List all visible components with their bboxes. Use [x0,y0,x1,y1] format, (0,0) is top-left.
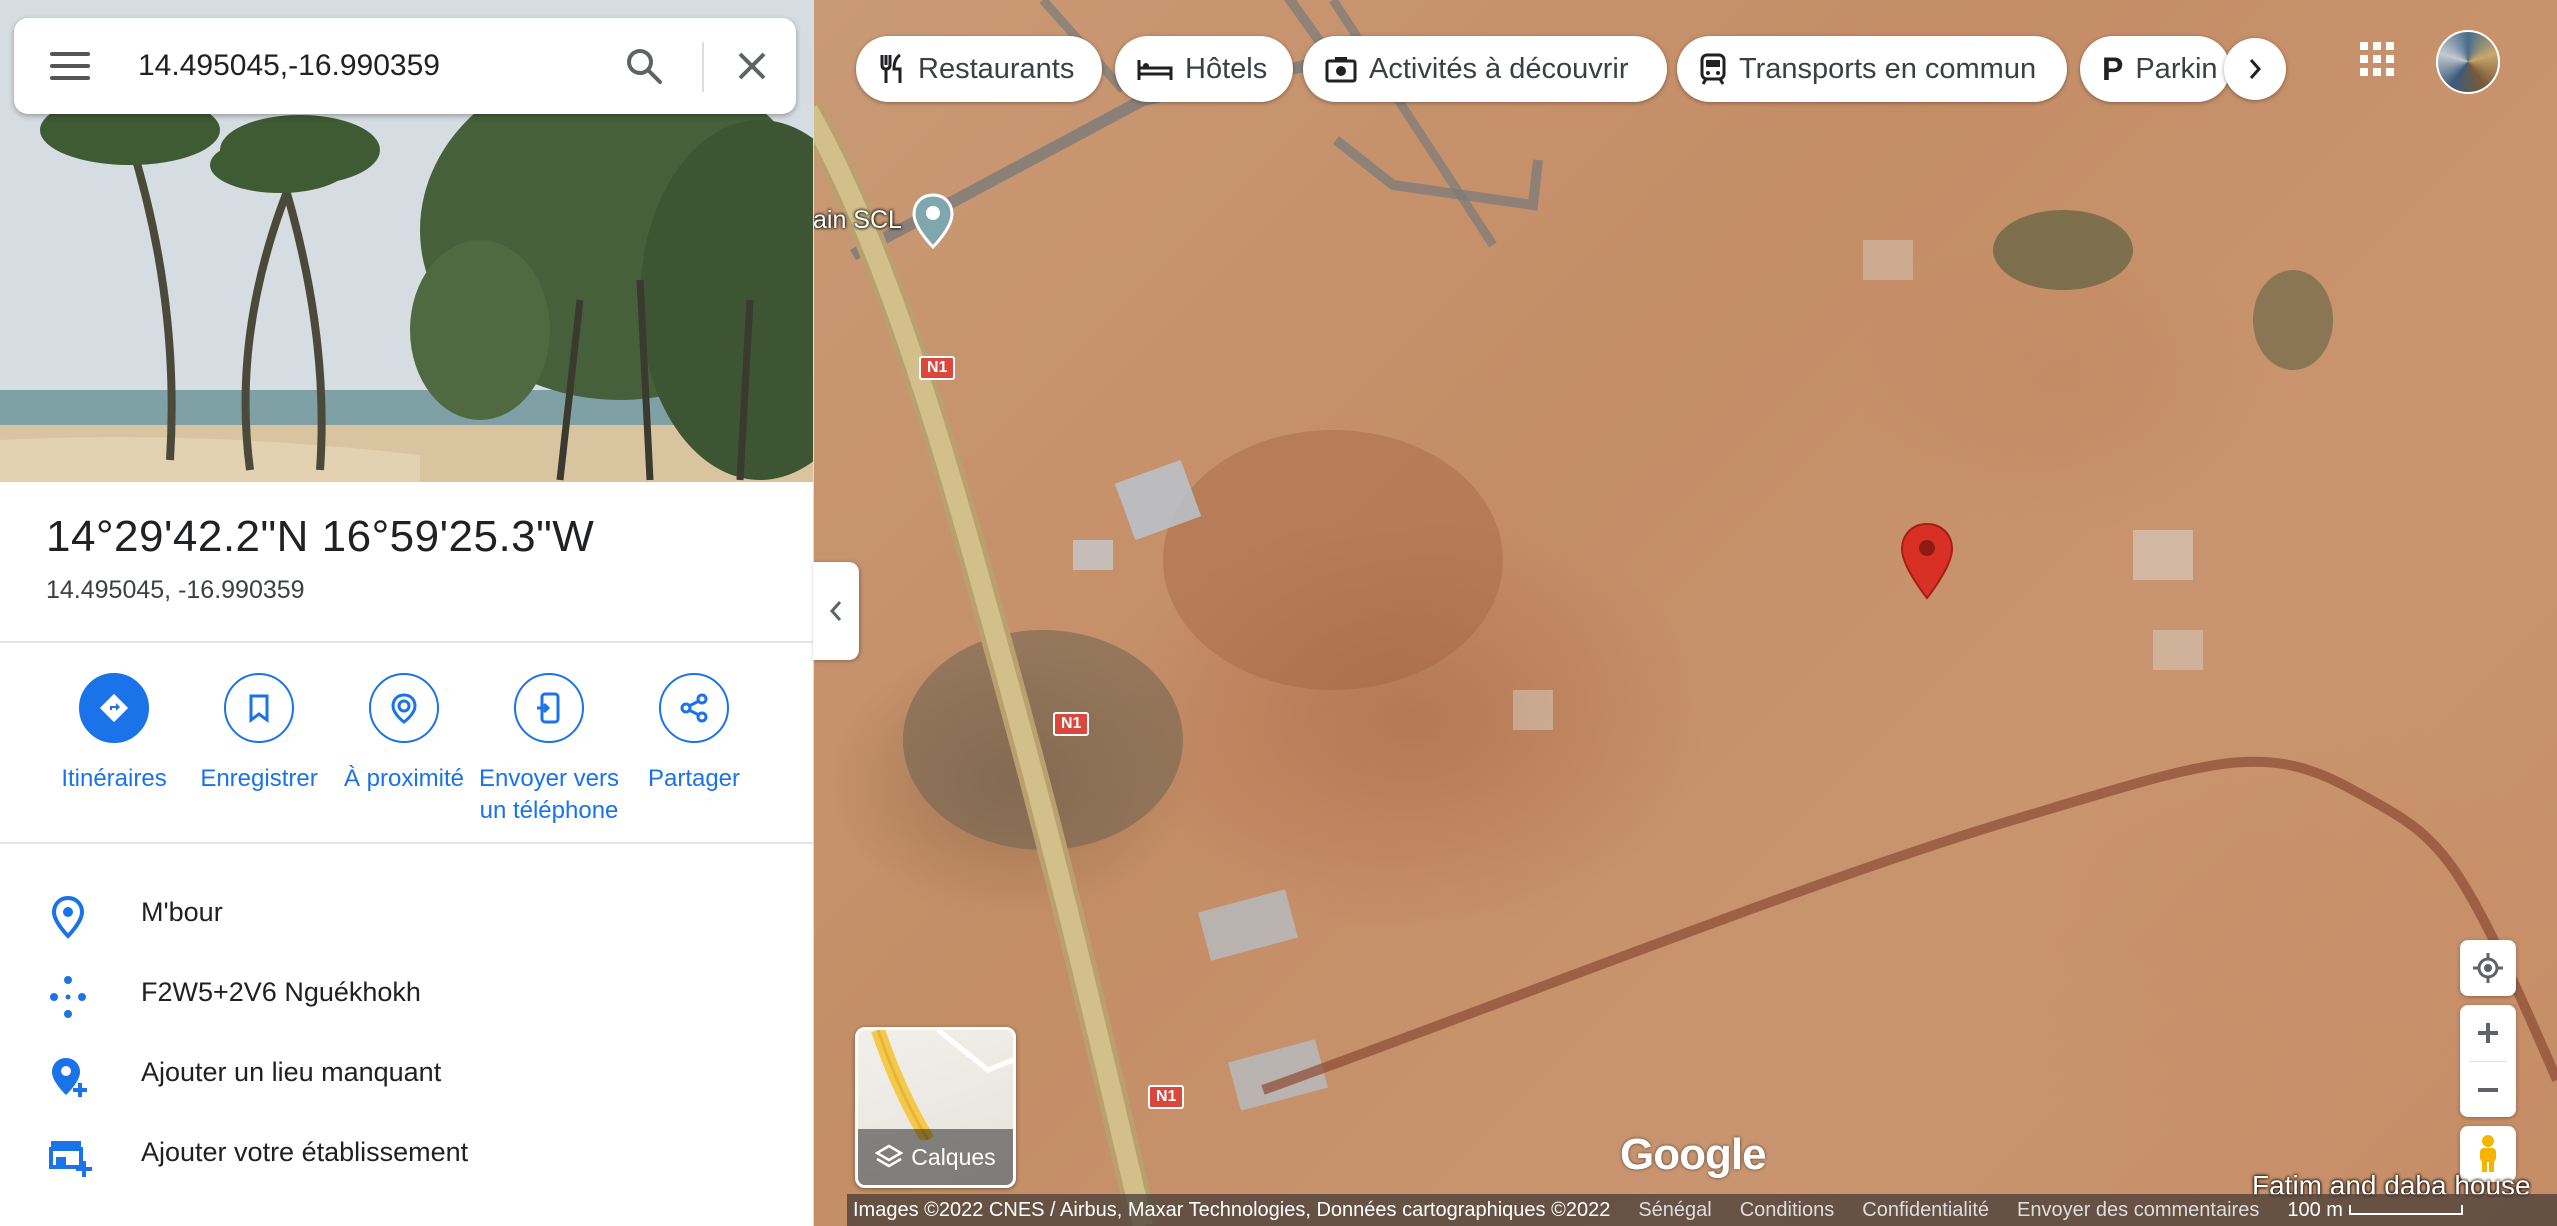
place-decimal-coordinates: 14.495045, -16.990359 [46,576,305,604]
chip-parking[interactable]: P Parkin [2080,36,2230,102]
chip-label: Parkin [2135,52,2218,85]
pegman-icon [2480,1135,2496,1172]
search-input[interactable] [136,48,570,84]
nearby-button[interactable]: À proximité [329,673,479,795]
feedback-link[interactable]: Envoyer des commentaires [2017,1199,2259,1222]
bookmark-icon [224,673,294,743]
layers-icon [875,1144,904,1168]
zoom-in-button[interactable] [2460,1005,2516,1061]
save-button[interactable]: Enregistrer [184,673,334,795]
avatar[interactable] [2436,30,2500,94]
directions-label: Itinéraires [61,765,167,792]
chip-restaurants[interactable]: Restaurants [856,36,1102,102]
chip-label: Transports en commun [1739,52,2037,85]
transit-icon [1699,53,1727,85]
parking-icon: P [2102,50,2124,87]
directions-icon [79,673,149,743]
scale-line [2348,1205,2463,1215]
camera-icon [1325,55,1357,83]
plus-code-icon [48,975,88,1024]
close-icon[interactable] [732,46,772,91]
add-business-text: Ajouter votre établissement [141,1137,469,1167]
minus-icon [2478,1087,2498,1092]
zoom-controls [2460,1005,2516,1117]
chip-label: Restaurants [918,52,1075,85]
dropped-pin[interactable] [1900,522,1954,605]
imagery-attribution: Images ©2022 CNES / Airbus, Maxar Techno… [853,1198,1611,1221]
red-pin-icon [1900,522,1954,600]
chips-next-button[interactable] [2224,38,2286,100]
zoom-out-button[interactable] [2460,1062,2516,1117]
my-location-button[interactable] [2460,940,2516,996]
chevron-left-icon [829,601,842,621]
divider [0,641,813,643]
satellite-imagery [813,0,2557,1226]
chip-transit[interactable]: Transports en commun [1677,36,2067,102]
place-photo[interactable] [0,0,813,482]
action-bar: Itinéraires Enregistrer À proximité Envo… [0,673,813,843]
road-shield: N1 [1053,712,1090,736]
poi-pin-icon [912,193,954,250]
place-title: 14°29'42.2"N 16°59'25.3"W [46,512,595,561]
address-row[interactable]: M'bour [0,875,813,955]
nearby-icon [369,673,439,743]
chip-activities[interactable]: Activités à découvrir [1303,36,1667,102]
add-business-row[interactable]: Ajouter votre établissement [0,1115,813,1195]
share-label: Partager [647,765,741,792]
save-label: Enregistrer [200,765,318,792]
plus-icon [2478,1023,2498,1043]
privacy-link[interactable]: Confidentialité [1862,1199,1989,1222]
add-missing-place-text: Ajouter un lieu manquant [141,1057,442,1087]
plus-code-text: F2W5+2V6 Nguékhokh [141,977,421,1007]
apps-grid-icon[interactable] [2358,40,2396,83]
restaurant-icon [878,53,906,85]
place-header: 14°29'42.2"N 16°59'25.3"W 14.495045, -16… [46,512,594,605]
search-icon[interactable] [624,46,664,91]
scale-bar[interactable]: 100 m [2287,1199,2491,1222]
road-shield: N1 [919,356,956,380]
layers-preview [871,1030,1013,1140]
terms-link[interactable]: Conditions [1740,1199,1835,1222]
address-text: M'bour [141,897,223,927]
collapse-panel-button[interactable] [813,562,859,660]
map-footer: Images ©2022 CNES / Airbus, Maxar Techno… [847,1194,2557,1226]
send-to-phone-label-line2: un téléphone [479,797,619,824]
map-canvas[interactable]: ain SCL N1 N1 N1 [813,0,2557,1226]
hotel-icon [1137,56,1173,82]
chip-hotels[interactable]: Hôtels [1115,36,1293,102]
add-missing-place-row[interactable]: Ajouter un lieu manquant [0,1035,813,1115]
share-button[interactable]: Partager [619,673,769,795]
road-shield: N1 [1148,1085,1185,1109]
plus-code-row[interactable]: F2W5+2V6 Nguékhokh [0,955,813,1035]
menu-icon[interactable] [50,52,90,80]
side-panel: 14°29'42.2"N 16°59'25.3"W 14.495045, -16… [0,0,814,1226]
location-pin-icon [48,895,88,944]
send-to-phone-label: Envoyer vers un téléphone [474,763,624,827]
search-box [14,18,796,114]
search-divider [702,42,704,92]
add-place-icon [48,1055,92,1104]
share-icon [659,673,729,743]
layers-button[interactable]: Calques [855,1027,1016,1188]
poi-marker[interactable] [911,193,955,256]
country-link[interactable]: Sénégal [1638,1199,1711,1222]
directions-button[interactable]: Itinéraires [39,673,189,795]
google-logo: Google [1620,1130,1767,1179]
send-to-phone-icon [514,673,584,743]
send-to-phone-button[interactable]: Envoyer vers un téléphone [474,673,624,827]
chip-label: Activités à découvrir [1369,52,1629,85]
add-business-icon [48,1135,94,1184]
divider [0,842,813,844]
send-to-phone-label-line1: Envoyer vers [478,765,620,792]
nearby-label: À proximité [343,765,465,792]
layers-label: Calques [911,1143,996,1170]
my-location-icon [2473,953,2503,983]
layers-label-bar: Calques [858,1129,1013,1185]
poi-label[interactable]: ain SCL [813,206,902,235]
chip-label: Hôtels [1185,52,1268,85]
chevron-right-icon [2249,59,2262,79]
scale-label: 100 m [2287,1198,2343,1221]
